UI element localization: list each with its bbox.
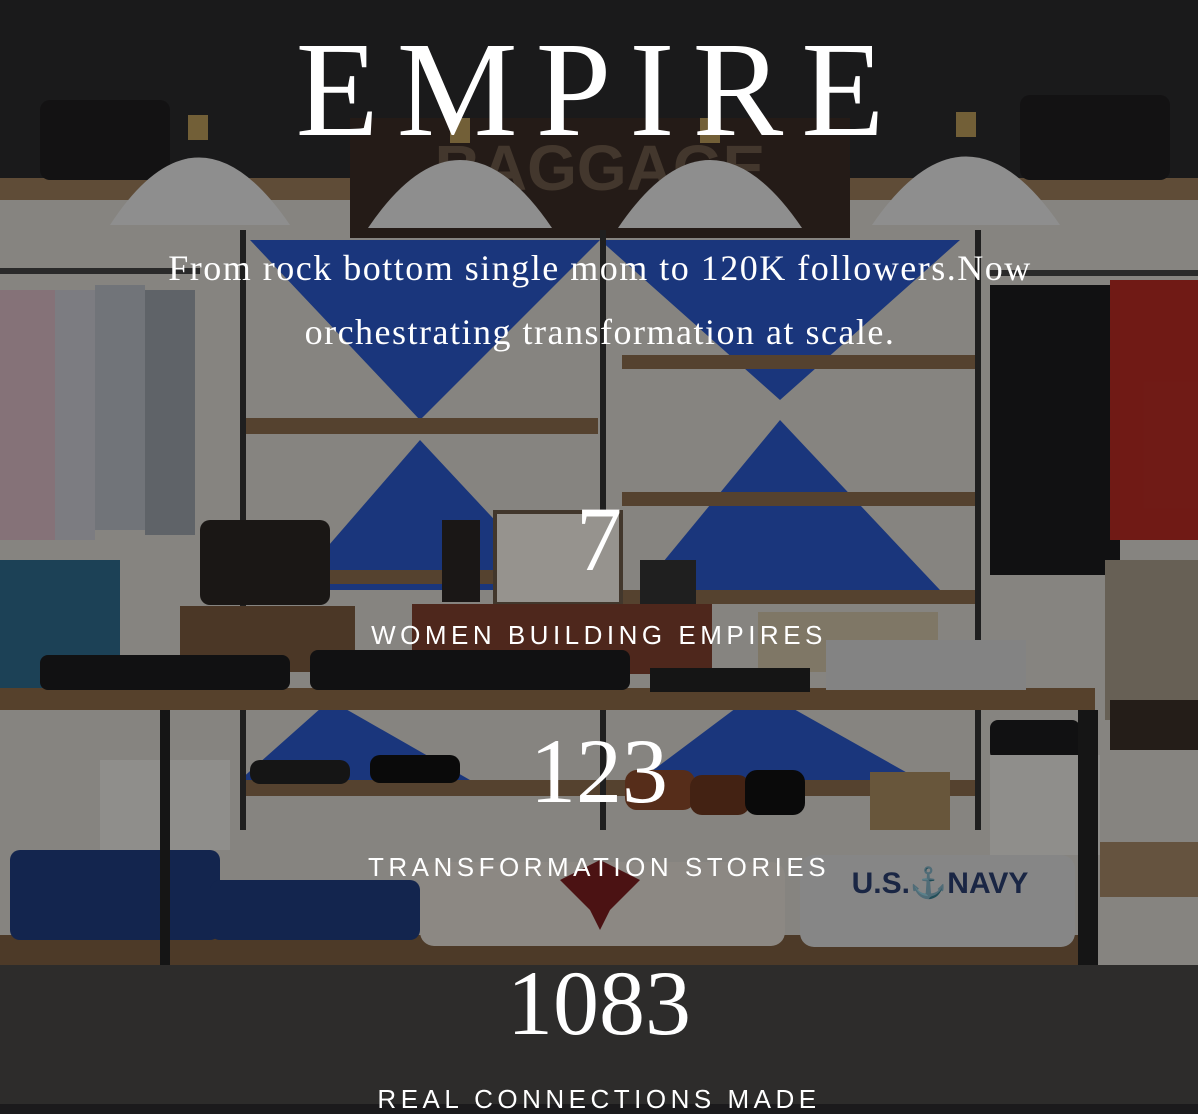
stat-number-stories: 123 — [530, 720, 668, 822]
tagline-line-2: orchestrating transformation at scale. — [304, 312, 896, 352]
hero-section: EMPIRE From rock bottom single mom to 12… — [0, 0, 1198, 1112]
stat-label-stories: TRANSFORMATION STORIES — [367, 852, 831, 882]
stat-label-connections: REAL CONNECTIONS MADE — [377, 1084, 821, 1114]
stat-number-women: 7 — [576, 488, 622, 590]
tagline-line-1: From rock bottom single mom to 120K foll… — [168, 248, 1032, 288]
hero-tagline: From rock bottom single mom to 120K foll… — [100, 236, 1100, 364]
hero-title: EMPIRE — [295, 15, 903, 165]
stat-label-women: WOMEN BUILDING EMPIRES — [371, 620, 827, 650]
stat-number-connections: 1083 — [507, 952, 691, 1054]
